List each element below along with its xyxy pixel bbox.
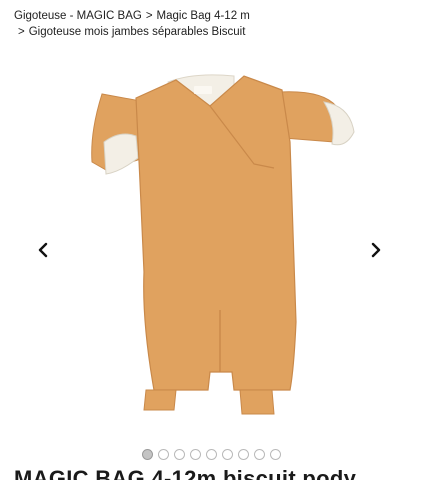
carousel-pagination [0,449,422,460]
carousel-next-button[interactable] [366,238,386,262]
chevron-left-icon [38,242,48,258]
breadcrumb-separator: > [18,26,25,38]
carousel-dot[interactable] [141,449,153,460]
breadcrumb-row-1: Gigoteuse - MAGIC BAG > Magic Bag 4-12 m [14,8,314,24]
breadcrumb: Gigoteuse - MAGIC BAG > Magic Bag 4-12 m >… [14,8,314,40]
carousel-prev-button[interactable] [33,238,53,262]
product-page: Gigoteuse - MAGIC BAG > Magic Bag 4-12 m >… [0,0,422,480]
carousel-dot[interactable] [189,449,201,460]
carousel-dot[interactable] [157,449,169,460]
breadcrumb-link-category[interactable]: Gigoteuse - MAGIC BAG [14,10,142,22]
breadcrumb-row-2: > Gigoteuse mois jambes séparables Biscui… [14,24,314,40]
image-carousel[interactable] [0,52,422,444]
product-title: MAGIC BAG 4-12m biscuit pody [14,466,357,480]
breadcrumb-link-subcategory[interactable]: Magic Bag 4-12 m [157,10,250,22]
breadcrumb-current: Gigoteuse mois jambes séparables Biscuit [28,26,246,38]
chevron-right-icon [371,242,381,258]
carousel-dot[interactable] [221,449,233,460]
carousel-dot[interactable] [173,449,185,460]
carousel-dot[interactable] [253,449,265,460]
product-image [91,74,355,415]
breadcrumb-separator: > [145,10,153,22]
carousel-dot[interactable] [205,449,217,460]
carousel-dot[interactable] [269,449,281,460]
carousel-dot[interactable] [237,449,249,460]
